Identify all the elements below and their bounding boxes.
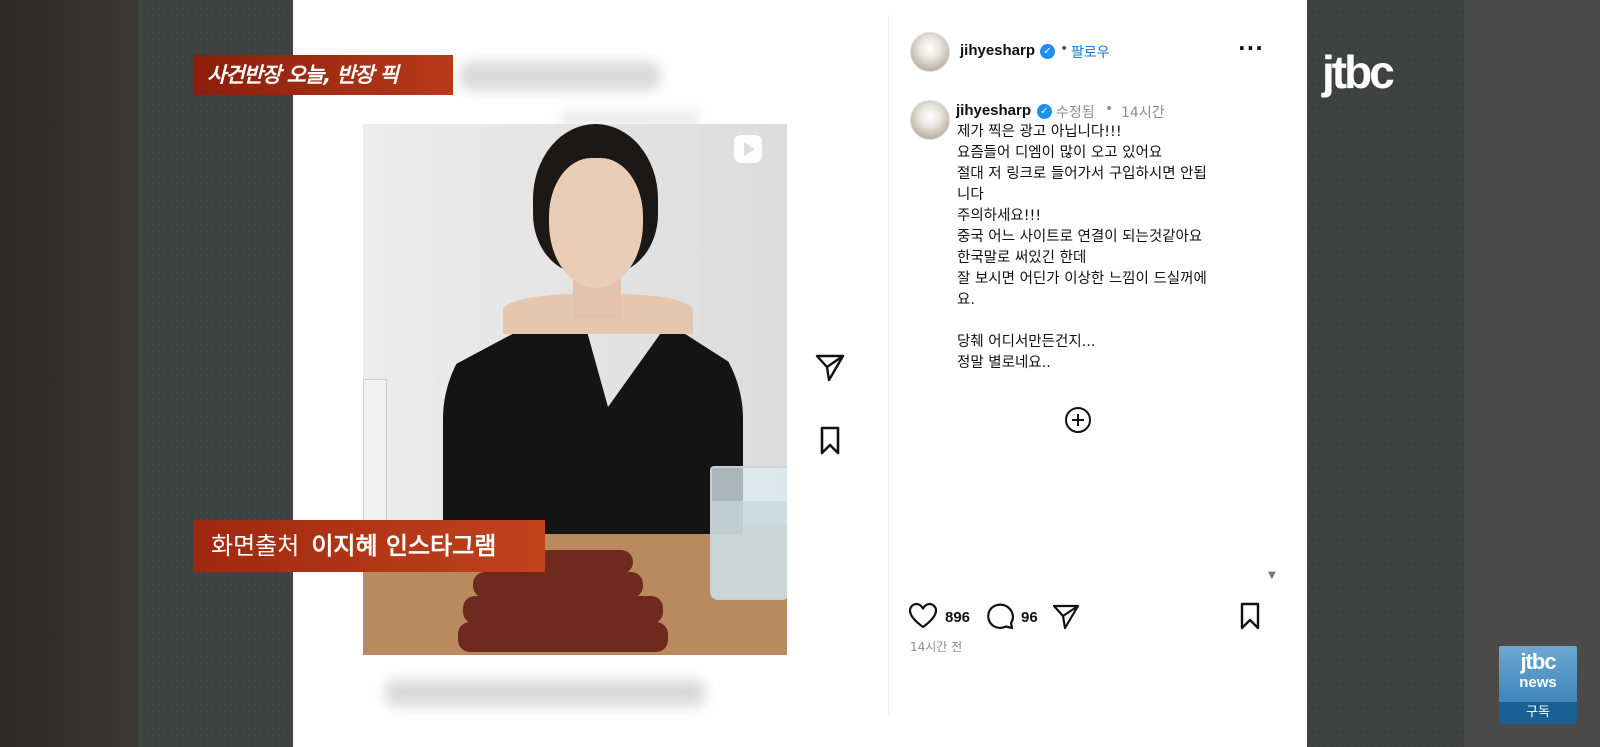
caption-line: 한국말로 써있긴 한데	[957, 250, 1087, 266]
more-options-icon[interactable]: ···	[1238, 36, 1264, 60]
comment-count[interactable]: 96	[1021, 609, 1038, 626]
source-prefix: 화면출처	[211, 532, 300, 560]
subscribe-button[interactable]: 구독	[1499, 702, 1577, 724]
person-face	[549, 158, 643, 288]
add-circle-icon[interactable]	[1064, 406, 1092, 434]
badge-sub: news	[1519, 674, 1557, 691]
save-bookmark-icon[interactable]	[1235, 601, 1265, 631]
caption-line: 요즘들어 디엠이 많이 오고 있어요	[957, 145, 1163, 161]
avatar[interactable]	[910, 32, 950, 72]
scroll-down-icon[interactable]: ▼	[1268, 570, 1276, 581]
jerky-stick	[463, 596, 663, 624]
chalkboard-left	[138, 0, 293, 747]
caption-line: 잘 보시면 어딘가 이상한 느낌이 드실꺼에	[957, 271, 1207, 287]
caption-verified-badge-icon: ✓	[1037, 104, 1052, 119]
caption-time: 14시간	[1121, 105, 1165, 121]
blurred-footer	[385, 680, 705, 706]
edited-label: 수정됨	[1056, 105, 1095, 121]
caption-line: 중국 어느 사이트로 연결이 되는것같아요	[957, 229, 1203, 245]
caption-line: 니다	[957, 187, 984, 203]
blurred-username	[460, 62, 660, 90]
post-time[interactable]: 14시간 전	[910, 638, 962, 655]
caption-line: 제가 찍은 광고 아닙니다!!!	[957, 124, 1122, 140]
like-count[interactable]: 896	[945, 609, 970, 626]
separator-dot: •	[1060, 41, 1069, 57]
follow-button[interactable]: 팔로우	[1071, 42, 1110, 62]
segment-tag: 사건반장 오늘, 반장 픽	[193, 55, 453, 95]
caption-username[interactable]: jihyesharp	[956, 102, 1031, 119]
badge-logo: jtbc	[1520, 649, 1556, 674]
verified-badge-icon: ✓	[1040, 44, 1055, 59]
caption-avatar[interactable]	[910, 100, 950, 140]
heart-icon[interactable]	[908, 601, 938, 631]
caption-line	[957, 311, 1257, 332]
header-username[interactable]: jihyesharp	[960, 42, 1035, 59]
post-video[interactable]	[363, 124, 787, 655]
reel-play-icon	[734, 135, 762, 163]
comment-icon[interactable]	[985, 601, 1015, 631]
source-credit: 화면출처 이지혜 인스타그램	[193, 520, 545, 572]
blurred-text	[560, 112, 700, 124]
subscribe-badge[interactable]: jtbc news 구독	[1499, 646, 1577, 724]
jerky-stick	[458, 622, 668, 652]
bookmark-icon[interactable]	[813, 423, 847, 457]
water-glass	[710, 466, 787, 600]
caption-text: 제가 찍은 광고 아닙니다!!! 요즘들어 디엠이 많이 오고 있어요 절대 저…	[957, 122, 1257, 374]
separator-dot: •	[1105, 101, 1114, 117]
caption-line: 정말 별로네요..	[957, 355, 1051, 371]
caption-line: 요.	[957, 292, 975, 308]
source-name: 이지혜 인스타그램	[311, 532, 497, 560]
send-icon[interactable]	[813, 350, 847, 384]
chalkboard-right	[1307, 0, 1464, 747]
caption-line: 당췌 어디서만든건지...	[957, 334, 1096, 350]
background-left	[0, 0, 138, 747]
caption-line: 절대 저 링크로 들어가서 구입하시면 안됩	[957, 166, 1207, 182]
jtbc-logo: jtbc	[1322, 46, 1395, 98]
background-right	[1464, 0, 1600, 747]
caption-line: 주의하세요!!!	[957, 208, 1042, 224]
share-send-icon[interactable]	[1051, 601, 1081, 631]
panel-divider	[888, 15, 889, 715]
jerky-stick	[473, 572, 643, 598]
